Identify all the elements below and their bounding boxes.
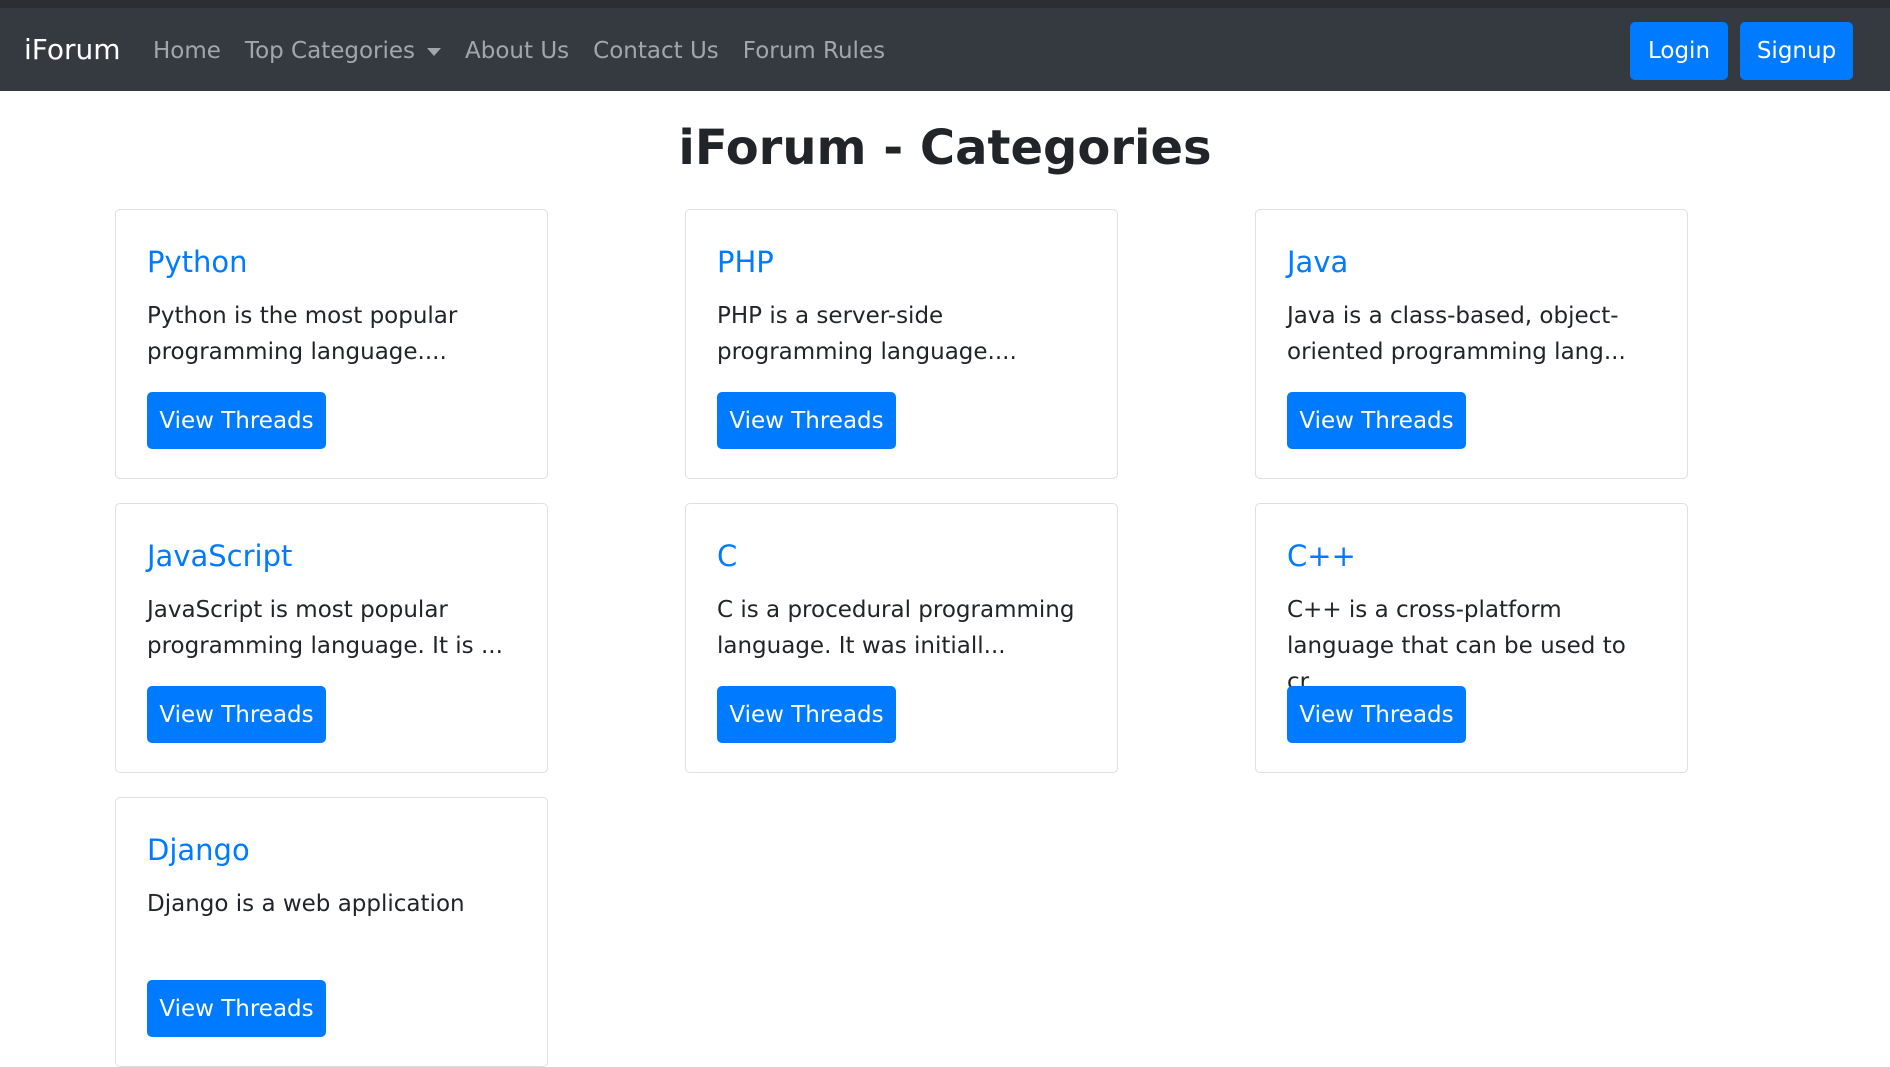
nav-link-about-us[interactable]: About Us — [465, 36, 569, 66]
view-threads-button[interactable]: View Threads — [717, 392, 896, 449]
page-title: iForum - Categories — [678, 120, 1212, 176]
card-description: PHP is a server-side programming languag… — [717, 303, 1017, 365]
nav-link-forum-rules[interactable]: Forum Rules — [743, 36, 885, 66]
card-description: Python is the most popular programming l… — [147, 303, 458, 365]
navbar: iForum Home Top Categories About Us Cont… — [0, 8, 1890, 91]
caret-down-icon — [427, 48, 442, 56]
nav-link-home[interactable]: Home — [153, 36, 221, 66]
nav-link-top-categories-label: Top Categories — [244, 38, 416, 64]
view-threads-button[interactable]: View Threads — [1287, 686, 1466, 743]
card-title[interactable]: Django — [147, 830, 250, 870]
card-description: Java is a class-based, object-oriented p… — [1287, 303, 1626, 365]
nav-link-top-categories-dropdown[interactable]: Top Categories — [244, 36, 442, 66]
window-top-edge — [0, 0, 1890, 8]
view-threads-button[interactable]: View Threads — [1287, 392, 1466, 449]
card-description: C is a procedural programming language. … — [717, 597, 1075, 659]
card-description: JavaScript is most popular programming l… — [147, 597, 503, 659]
login-button[interactable]: Login — [1630, 22, 1728, 80]
card-title[interactable]: JavaScript — [147, 536, 292, 576]
card-title[interactable]: C++ — [1287, 536, 1356, 576]
brand-logo[interactable]: iForum — [24, 32, 121, 68]
category-card-java: Java Java is a class-based, object-orien… — [1255, 209, 1688, 479]
category-card-django: Django Django is a web application View … — [115, 797, 548, 1067]
card-title[interactable]: Python — [147, 242, 248, 282]
category-card-php: PHP PHP is a server-side programming lan… — [685, 209, 1118, 479]
signup-button[interactable]: Signup — [1740, 22, 1853, 80]
view-threads-button[interactable]: View Threads — [147, 392, 326, 449]
view-threads-button[interactable]: View Threads — [717, 686, 896, 743]
category-card-c: C C is a procedural programming language… — [685, 503, 1118, 773]
card-description: C++ is a cross-platform language that ca… — [1287, 597, 1626, 695]
category-card-cpp: C++ C++ is a cross-platform language tha… — [1255, 503, 1688, 773]
card-title[interactable]: PHP — [717, 242, 774, 282]
category-card-python: Python Python is the most popular progra… — [115, 209, 548, 479]
nav-link-contact-us[interactable]: Contact Us — [593, 36, 719, 66]
card-title[interactable]: C — [717, 536, 737, 576]
view-threads-button[interactable]: View Threads — [147, 980, 326, 1037]
card-description: Django is a web application — [147, 891, 465, 917]
nav-links: Home Top Categories About Us Contact Us … — [153, 36, 909, 66]
card-title[interactable]: Java — [1287, 242, 1348, 282]
category-card-javascript: JavaScript JavaScript is most popular pr… — [115, 503, 548, 773]
view-threads-button[interactable]: View Threads — [147, 686, 326, 743]
